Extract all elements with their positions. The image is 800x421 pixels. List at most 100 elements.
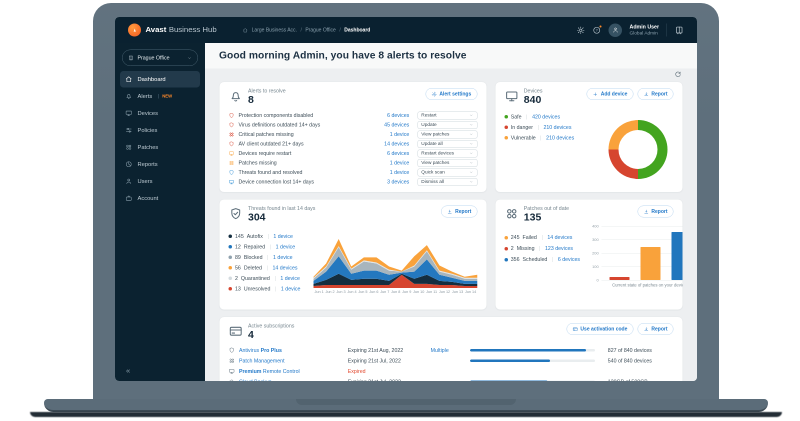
threats-chart: Jun 1Jun 2Jun 3Jun 4Jun 5Jun 6Jun 7Jun 8…: [314, 225, 478, 294]
breadcrumb-item[interactable]: Large Business Acc.: [252, 27, 297, 33]
alert-label: AV client outdated 21+ days: [239, 141, 363, 147]
button-label: Report: [651, 326, 667, 332]
alert-action-select[interactable]: Dismiss all: [417, 178, 477, 186]
name-part: Patch Management: [239, 358, 285, 364]
select-value: Update: [421, 122, 436, 128]
subscription-name-link[interactable]: Antivirus Pro Plus: [239, 347, 348, 353]
user-menu[interactable]: Admin User Global Admin: [630, 24, 659, 36]
legend-value-link[interactable]: 210 devices: [546, 135, 574, 141]
new-badge: NEW: [158, 94, 172, 98]
person-icon: [612, 27, 619, 34]
credit-card-icon: [229, 324, 244, 339]
sidebar-item-dashboard[interactable]: Dashboard: [120, 71, 200, 88]
top-nav: Avast Business Hub Large Business Acc. /…: [115, 17, 697, 43]
devices-link[interactable]: 6 devices: [366, 112, 409, 118]
divider: [268, 255, 269, 260]
report-button[interactable]: Report: [637, 88, 673, 100]
devices-link[interactable]: 1 device: [366, 131, 409, 137]
alert-action-select[interactable]: Update: [417, 121, 477, 129]
breadcrumb-item[interactable]: Prague Office: [305, 27, 335, 33]
devices-link[interactable]: 6 devices: [366, 150, 409, 156]
legend-count: 56: [235, 265, 241, 271]
plus-icon: [593, 91, 599, 97]
legend-value-link[interactable]: 1 device: [276, 244, 296, 250]
patches-icon: [504, 207, 519, 222]
devices-link[interactable]: 14 devices: [366, 141, 409, 147]
sidebar-collapse-button[interactable]: «: [126, 367, 130, 376]
breadcrumb-separator: /: [339, 27, 340, 33]
legend-label: Unresolved: [244, 286, 271, 292]
devices-link[interactable]: 3 devices: [366, 179, 409, 185]
legend-value-link[interactable]: 1 device: [280, 275, 300, 281]
expiry-text: Expiring 21st Jul, 2022: [348, 379, 431, 381]
legend-value-link[interactable]: 420 devices: [532, 114, 560, 120]
legend-value-link[interactable]: 1 device: [273, 233, 293, 239]
alert-action-select[interactable]: Restart devices: [417, 149, 477, 157]
laptop-screen: Avast Business Hub Large Business Acc. /…: [115, 17, 697, 381]
legend-value-link[interactable]: 1 device: [273, 254, 293, 260]
legend-label: Scheduled: [523, 257, 548, 263]
settings-gear-icon[interactable]: [577, 26, 586, 35]
sidebar-item-users[interactable]: Users: [120, 173, 200, 190]
use-activation-code-button[interactable]: Use activation code: [566, 323, 633, 335]
legend-dot: [504, 115, 508, 119]
notifications-button[interactable]: [593, 26, 602, 35]
multiple-link[interactable]: Multiple: [431, 347, 470, 353]
refresh-icon[interactable]: [674, 71, 682, 79]
alert-action-select[interactable]: View patches: [417, 130, 477, 138]
user-avatar[interactable]: [609, 23, 623, 37]
devices-link[interactable]: 1 device: [366, 169, 409, 175]
sidebar-item-policies[interactable]: Policies: [120, 122, 200, 139]
report-button[interactable]: Report: [637, 206, 673, 218]
legend-label: Blocked: [244, 254, 263, 260]
legend-count: 356: [511, 257, 520, 263]
devices-link[interactable]: 45 devices: [366, 122, 409, 128]
report-button[interactable]: Report: [637, 323, 673, 335]
threats-area-chart: [314, 237, 478, 288]
subscription-name-link[interactable]: Cloud Backup: [239, 379, 348, 381]
legend-row: 2Quarantined1 device: [229, 273, 314, 284]
shield-icon: [229, 169, 235, 175]
sidebar-item-account[interactable]: Account: [120, 190, 200, 207]
alert-action-select[interactable]: Quick scan: [417, 168, 477, 176]
legend-dot: [229, 245, 233, 249]
report-button[interactable]: Report: [441, 206, 477, 218]
subscription-name-link[interactable]: Premium Remote Control: [239, 368, 348, 374]
sidebar-item-label: Users: [138, 178, 153, 184]
legend-value-link[interactable]: 14 devices: [547, 235, 572, 241]
alert-settings-button[interactable]: Alert settings: [425, 88, 477, 100]
legend-row: 245Failed14 devices: [504, 232, 588, 243]
legend-value-link[interactable]: 123 devices: [545, 246, 573, 252]
select-value: Restart devices: [421, 151, 454, 157]
org-switcher-icon[interactable]: [675, 25, 685, 35]
legend-value-link[interactable]: 1 device: [281, 286, 301, 292]
sidebar-item-reports[interactable]: Reports: [120, 156, 200, 173]
site-selector[interactable]: Prague Office: [122, 50, 198, 67]
legend-value-link[interactable]: 6 devices: [558, 257, 580, 263]
alert-action-select[interactable]: View patches: [417, 159, 477, 167]
shield-check-icon: [229, 207, 244, 222]
legend-value-link[interactable]: 210 devices: [543, 124, 571, 130]
sidebar-item-devices[interactable]: Devices: [120, 105, 200, 122]
name-part: Cloud Backup: [239, 379, 272, 381]
home-icon: [125, 76, 133, 84]
alert-action-select[interactable]: Restart: [417, 111, 477, 119]
download-icon: [643, 91, 649, 97]
devices-link[interactable]: 1 device: [366, 160, 409, 166]
alert-action-select[interactable]: Update all: [417, 140, 477, 148]
laptop-shadow: [30, 412, 782, 417]
devices-count: 840: [524, 94, 543, 106]
bell-icon: [125, 93, 133, 101]
legend-value-link[interactable]: 14 devices: [272, 265, 297, 271]
avast-logo[interactable]: [128, 24, 141, 37]
divider: [541, 135, 542, 140]
subscription-name-link[interactable]: Patch Management: [239, 358, 348, 364]
button-label: Report: [651, 209, 667, 215]
add-device-button[interactable]: Add device: [587, 88, 634, 100]
sidebar-item-patches[interactable]: Patches: [120, 139, 200, 156]
sidebar-item-label: Policies: [138, 127, 158, 133]
patches-count: 135: [524, 212, 569, 224]
legend-dot: [504, 247, 508, 251]
sidebar-item-alerts[interactable]: Alerts NEW: [120, 88, 200, 105]
alert-row: Devices require restart 6 devices Restar…: [229, 149, 478, 159]
